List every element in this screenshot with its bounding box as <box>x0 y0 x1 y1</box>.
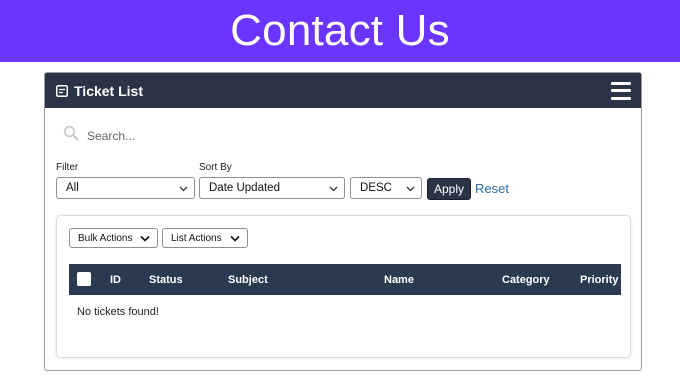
column-header-status[interactable]: Status <box>149 274 183 286</box>
column-header-priority[interactable]: Priority <box>580 274 619 286</box>
select-all-checkbox[interactable] <box>77 272 91 286</box>
apply-button[interactable]: Apply <box>427 178 471 200</box>
page-title: Contact Us <box>230 6 450 55</box>
column-header-id[interactable]: ID <box>110 274 121 286</box>
filter-select-value: All <box>66 182 79 194</box>
ticket-list-icon <box>56 84 68 97</box>
sort-by-select-value: Date Updated <box>209 182 280 194</box>
chevron-down-icon <box>140 234 150 246</box>
panel-header: Ticket List <box>45 73 641 108</box>
search-bar <box>63 125 387 146</box>
chevron-down-icon <box>329 184 338 196</box>
column-header-subject[interactable]: Subject <box>228 274 268 286</box>
chevron-down-icon <box>230 234 240 246</box>
empty-table-message: No tickets found! <box>77 306 159 318</box>
sort-by-select[interactable]: Date Updated <box>199 177 345 199</box>
sort-order-select-value: DESC <box>360 182 392 194</box>
chevron-down-icon <box>179 184 188 196</box>
column-header-category[interactable]: Category <box>502 274 550 286</box>
sort-order-select[interactable]: DESC <box>350 177 422 199</box>
list-actions-value: List Actions <box>171 232 222 244</box>
panel-title-group: Ticket List <box>56 83 143 99</box>
chevron-down-icon <box>406 184 415 196</box>
hamburger-menu-icon[interactable] <box>611 81 631 100</box>
filter-select[interactable]: All <box>56 177 195 199</box>
ticket-list-panel: Ticket List Filter Sort By All Date Upda… <box>44 72 642 371</box>
bulk-actions-select[interactable]: Bulk Actions <box>69 228 158 248</box>
search-input[interactable] <box>87 128 387 143</box>
column-header-name[interactable]: Name <box>384 274 414 286</box>
list-actions-select[interactable]: List Actions <box>162 228 248 248</box>
ticket-table-card: Bulk Actions List Actions ID Status Subj… <box>56 215 631 358</box>
panel-title: Ticket List <box>74 82 143 99</box>
contact-us-banner: Contact Us <box>0 0 680 62</box>
bulk-actions-value: Bulk Actions <box>78 232 133 244</box>
search-icon <box>63 125 79 146</box>
reset-link[interactable]: Reset <box>475 181 509 196</box>
filter-label: Filter <box>56 162 79 173</box>
sort-by-label: Sort By <box>199 162 232 173</box>
table-header: ID Status Subject Name Category Priority <box>69 264 621 295</box>
